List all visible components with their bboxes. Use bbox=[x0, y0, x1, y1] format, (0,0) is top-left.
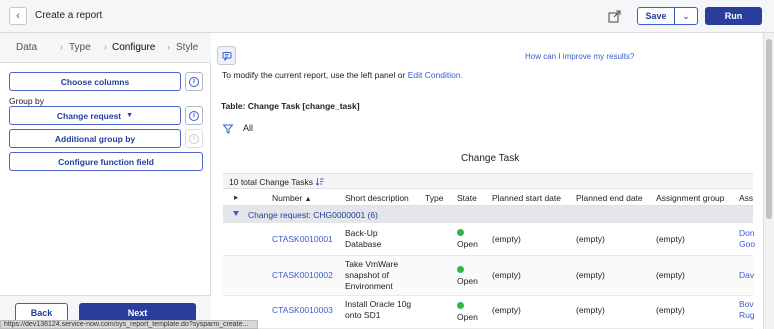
row-short-description: Back-Up Database bbox=[345, 228, 382, 249]
row-assignment-group: (empty) bbox=[656, 305, 685, 315]
report-title: Change Task bbox=[461, 153, 520, 164]
back-arrow-button[interactable]: ‹ bbox=[9, 7, 27, 25]
save-button-group: Save ⌄ bbox=[637, 7, 698, 25]
row-short-description: Install Oracle 10g onto SD1 bbox=[345, 299, 412, 320]
sort-ascending-icon: ▲ bbox=[304, 196, 312, 203]
column-header-number[interactable]: Number ▲ bbox=[272, 193, 312, 203]
column-header-planned-end[interactable]: Planned end date bbox=[576, 193, 643, 203]
improve-results-link[interactable]: How can I improve my results? bbox=[525, 52, 634, 61]
wizard-steps: Data › Type › Configure › Style bbox=[0, 33, 211, 63]
row-planned-end: (empty) bbox=[576, 305, 605, 315]
chevron-down-icon: ⌄ bbox=[682, 10, 690, 21]
modify-instructions: To modify the current report, use the le… bbox=[222, 70, 463, 80]
step-separator-icon: › bbox=[167, 42, 170, 52]
expand-all-icon[interactable]: ▸ bbox=[234, 192, 238, 203]
row-number-link[interactable]: CTASK0010002 bbox=[272, 270, 333, 281]
group-by-select[interactable]: Change request ▼ bbox=[9, 106, 181, 125]
run-button[interactable]: Run bbox=[705, 7, 762, 25]
column-header-assignment-group[interactable]: Assignment group bbox=[656, 193, 725, 203]
group-by-info-button[interactable]: i bbox=[185, 106, 203, 125]
row-number-link[interactable]: CTASK0010001 bbox=[272, 234, 333, 245]
left-panel: Data › Type › Configure › Style Choose c… bbox=[0, 33, 211, 329]
column-header-short-description[interactable]: Short description bbox=[345, 193, 409, 203]
chat-assist-button[interactable] bbox=[217, 46, 236, 65]
group-row-label: Change request: CHG0000001 (6) bbox=[248, 210, 378, 220]
row-planned-end: (empty) bbox=[576, 234, 605, 244]
filter-breadcrumb[interactable]: All bbox=[243, 123, 253, 133]
scrollbar-thumb[interactable] bbox=[766, 39, 772, 219]
info-icon: i bbox=[189, 110, 199, 121]
row-assigned-to-link[interactable]: Bov Rug bbox=[739, 299, 755, 321]
save-button[interactable]: Save bbox=[638, 8, 675, 24]
group-by-label: Group by bbox=[9, 96, 44, 106]
column-header-state[interactable]: State bbox=[457, 193, 477, 203]
chevron-left-icon: ‹ bbox=[16, 10, 20, 22]
info-icon: i bbox=[189, 76, 199, 87]
row-number-link[interactable]: CTASK0010003 bbox=[272, 305, 333, 316]
table-row: CTASK0010002 Take VmWare snapshot of Envir… bbox=[223, 256, 754, 296]
row-assigned-to-link[interactable]: Don Goo bbox=[739, 228, 755, 250]
step-style[interactable]: Style bbox=[176, 42, 198, 53]
choose-columns-button[interactable]: Choose columns bbox=[9, 72, 181, 91]
row-assigned-to-link[interactable]: Dav bbox=[739, 270, 754, 281]
save-dropdown-button[interactable]: ⌄ bbox=[675, 8, 697, 24]
configure-function-field-button[interactable]: Configure function field bbox=[9, 152, 203, 171]
step-separator-icon: › bbox=[104, 42, 107, 52]
row-planned-start: (empty) bbox=[492, 234, 521, 244]
group-by-value: Change request bbox=[56, 110, 122, 121]
report-preview: How can I improve my results? To modify … bbox=[212, 33, 762, 329]
additional-group-by-button[interactable]: Additional group by bbox=[9, 129, 181, 148]
additional-group-info-button: i bbox=[185, 129, 203, 148]
totals-bar: 10 total Change Tasks bbox=[223, 173, 753, 189]
table-row: CTASK0010003 Install Oracle 10g onto SD1 … bbox=[223, 296, 755, 329]
state-indicator-icon bbox=[457, 229, 464, 236]
status-bar-url: https://dev136124.service-now.com/sys_re… bbox=[0, 320, 258, 329]
column-header-type[interactable]: Type bbox=[425, 193, 443, 203]
row-planned-start: (empty) bbox=[492, 305, 521, 315]
step-data[interactable]: Data bbox=[16, 42, 37, 53]
choose-columns-info-button[interactable]: i bbox=[185, 72, 203, 91]
share-icon[interactable] bbox=[608, 10, 621, 23]
column-header-assigned-to[interactable]: Ass bbox=[739, 193, 753, 203]
row-state: Open bbox=[457, 228, 478, 250]
totals-text: 10 total Change Tasks bbox=[229, 177, 313, 187]
row-short-description: Take VmWare snapshot of Environment bbox=[345, 259, 399, 291]
page-title: Create a report bbox=[35, 10, 103, 21]
top-bar: ‹ Create a report Save ⌄ Run bbox=[0, 0, 774, 33]
step-configure[interactable]: Configure bbox=[112, 42, 155, 53]
table-header: ▸ Number ▲ Short description Type State … bbox=[223, 189, 753, 206]
message-icon bbox=[222, 51, 231, 61]
edit-condition-link[interactable]: Edit Condition. bbox=[408, 70, 463, 80]
caret-down-icon: ▼ bbox=[126, 112, 134, 119]
sort-icon[interactable] bbox=[315, 177, 325, 187]
row-planned-start: (empty) bbox=[492, 270, 521, 280]
row-planned-end: (empty) bbox=[576, 270, 605, 280]
filter-icon[interactable] bbox=[223, 124, 233, 134]
modify-text: To modify the current report, use the le… bbox=[222, 70, 408, 80]
row-state: Open bbox=[457, 301, 478, 323]
state-indicator-icon bbox=[457, 302, 464, 309]
info-icon: i bbox=[189, 133, 199, 144]
column-header-planned-start[interactable]: Planned start date bbox=[492, 193, 561, 203]
group-row[interactable]: Change request: CHG0000001 (6) bbox=[223, 206, 753, 223]
vertical-scrollbar[interactable] bbox=[763, 33, 774, 329]
state-indicator-icon bbox=[457, 266, 464, 273]
row-assignment-group: (empty) bbox=[656, 270, 685, 280]
table-row: CTASK0010001 Back-Up Database Open (empty… bbox=[223, 223, 755, 256]
step-separator-icon: › bbox=[60, 42, 63, 52]
collapse-group-icon[interactable] bbox=[233, 211, 239, 216]
row-state: Open bbox=[457, 265, 478, 287]
row-assignment-group: (empty) bbox=[656, 234, 685, 244]
step-type[interactable]: Type bbox=[69, 42, 91, 53]
table-label: Table: Change Task [change_task] bbox=[221, 101, 360, 111]
